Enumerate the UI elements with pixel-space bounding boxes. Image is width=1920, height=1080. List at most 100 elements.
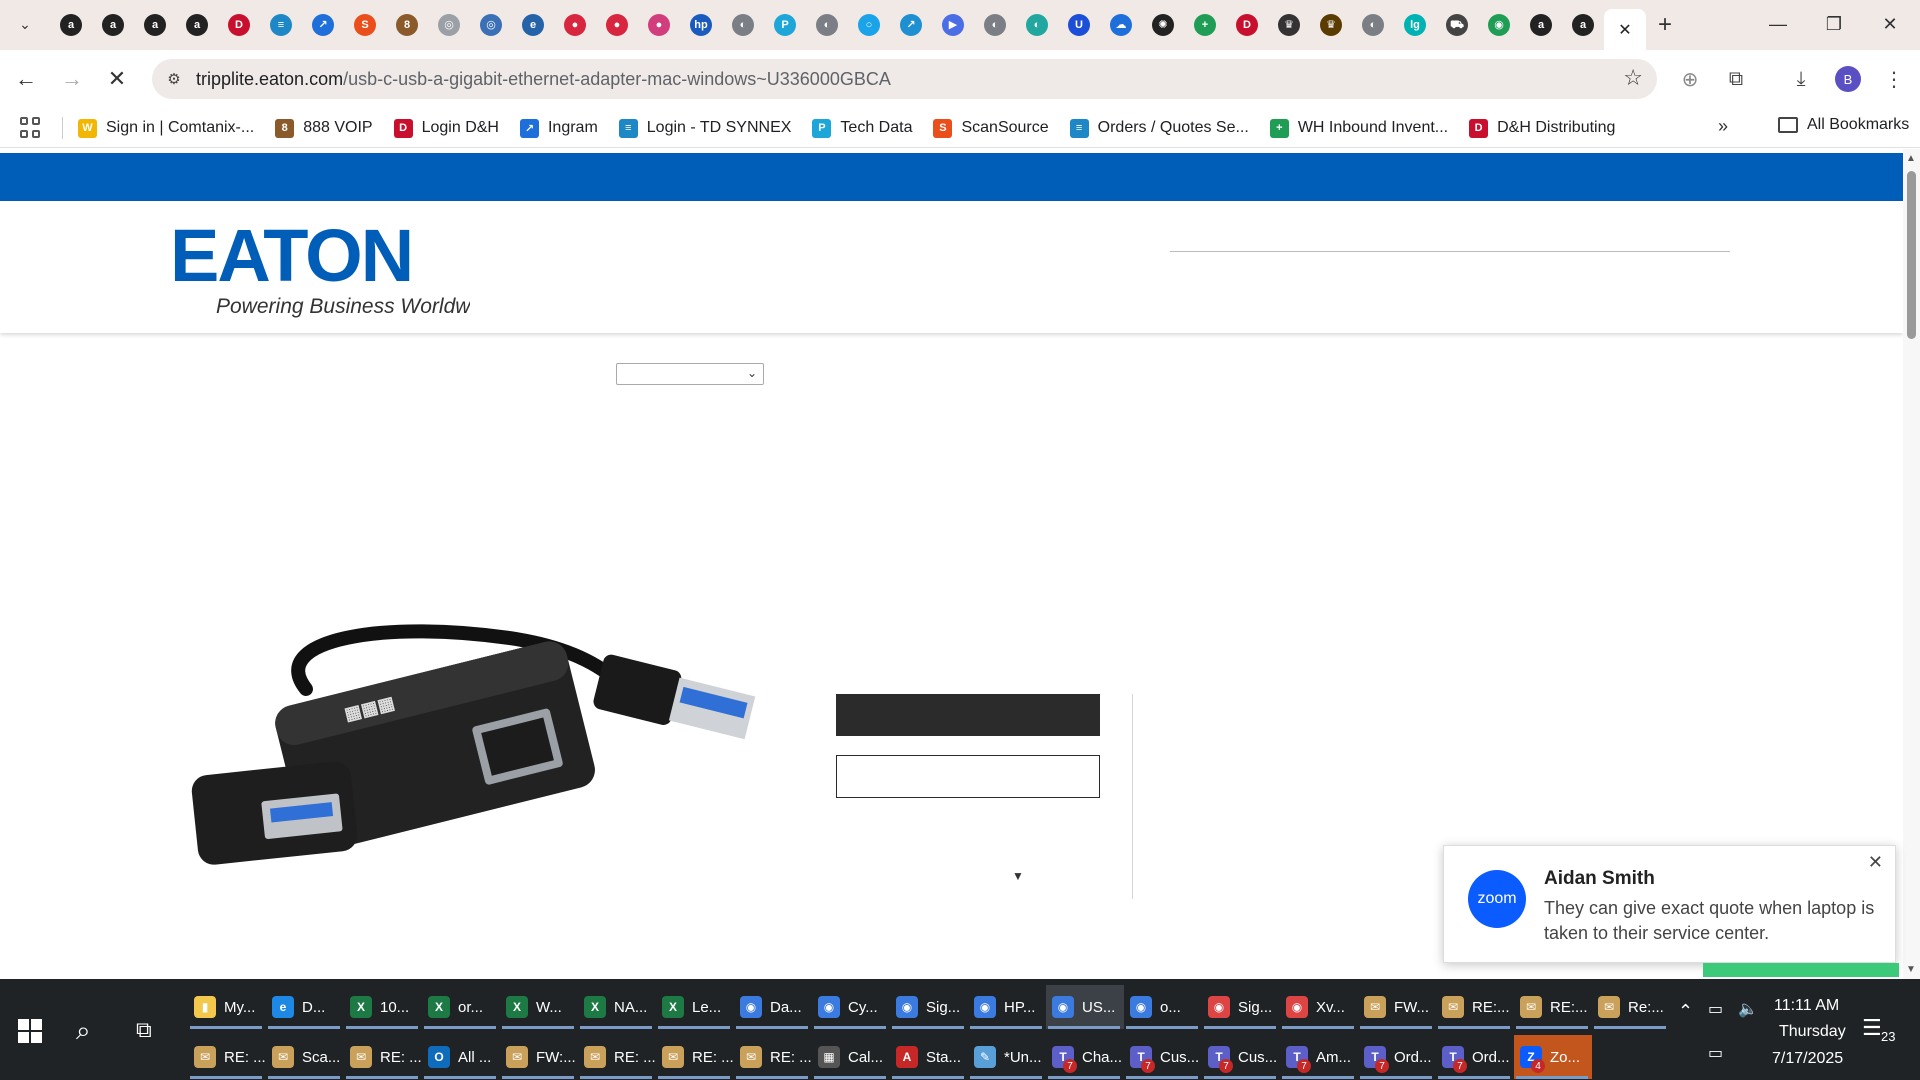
region-select[interactable]: ⌄ bbox=[616, 363, 764, 385]
pinned-tab[interactable]: ◐ bbox=[722, 9, 764, 41]
pinned-tab[interactable]: ◐ bbox=[806, 9, 848, 41]
pinned-tab[interactable]: D bbox=[218, 9, 260, 41]
taskbar-item[interactable]: X W... bbox=[500, 985, 578, 1029]
pinned-tab[interactable]: ↗ bbox=[890, 9, 932, 41]
bookmark-item[interactable]: D Login D&H bbox=[393, 116, 499, 140]
secondary-action-button[interactable] bbox=[836, 755, 1100, 798]
taskbar-item[interactable]: ✉ RE: ... bbox=[656, 1035, 734, 1079]
caret-down-icon[interactable]: ▼ bbox=[1012, 869, 1024, 883]
pinned-tab[interactable]: ♛ bbox=[1268, 9, 1310, 41]
pinned-tab[interactable]: ♛ bbox=[1310, 9, 1352, 41]
extensions-icon[interactable]: ⧉ bbox=[1720, 63, 1752, 95]
battery-icon[interactable]: ▭ bbox=[1708, 999, 1723, 1019]
pinned-tab[interactable]: ≡ bbox=[260, 9, 302, 41]
url-text[interactable]: tripplite.eaton.com/usb-c-usb-a-gigabit-… bbox=[196, 69, 891, 90]
bookmark-item[interactable]: ≡ Orders / Quotes Se... bbox=[1069, 116, 1249, 140]
minimize-icon[interactable]: — bbox=[1750, 0, 1806, 48]
forward-icon[interactable]: → bbox=[56, 63, 88, 95]
restore-icon[interactable]: ❐ bbox=[1806, 0, 1862, 48]
active-tab[interactable]: ✕ bbox=[1604, 9, 1646, 50]
taskbar-item[interactable]: ✉ Sca... bbox=[266, 1035, 344, 1079]
stop-loading-icon[interactable]: ✕ bbox=[101, 63, 133, 95]
clock-date[interactable]: 7/17/2025 bbox=[1772, 1050, 1843, 1068]
pinned-tab[interactable]: + bbox=[1184, 9, 1226, 41]
pinned-tab[interactable]: U bbox=[1058, 9, 1100, 41]
taskbar-item[interactable]: ◉ Sig... bbox=[890, 985, 968, 1029]
pinned-tab[interactable]: ◉ bbox=[1478, 9, 1520, 41]
pinned-tab[interactable]: a bbox=[1520, 9, 1562, 41]
bookmark-item[interactable]: W Sign in | Comtanix-... bbox=[78, 116, 254, 140]
pinned-tab[interactable]: ✺ bbox=[1142, 9, 1184, 41]
taskbar-item[interactable]: X 10... bbox=[344, 985, 422, 1029]
pinned-tab[interactable]: e bbox=[512, 9, 554, 41]
bookmark-item[interactable]: D D&H Distributing bbox=[1469, 116, 1615, 140]
taskbar-item[interactable]: ◉ Cy... bbox=[812, 985, 890, 1029]
pinned-tab[interactable]: ◐ bbox=[1016, 9, 1058, 41]
pinned-tab[interactable]: a bbox=[50, 9, 92, 41]
pinned-tab[interactable]: ● bbox=[638, 9, 680, 41]
pinned-tab[interactable]: a bbox=[134, 9, 176, 41]
pinned-tab[interactable]: hp bbox=[680, 9, 722, 41]
new-tab-button[interactable]: + bbox=[1650, 10, 1680, 40]
taskbar-item[interactable]: ✉ Re:... bbox=[1592, 985, 1670, 1029]
address-bar[interactable]: ⚙ tripplite.eaton.com/usb-c-usb-a-gigabi… bbox=[152, 59, 1657, 99]
eaton-logo[interactable]: EATON Powering Business Worldwide bbox=[170, 219, 470, 319]
translate-globe-icon[interactable]: ⊕ bbox=[1674, 63, 1706, 95]
bookmark-item[interactable]: ↗ Ingram bbox=[519, 116, 598, 140]
primary-action-button[interactable] bbox=[836, 694, 1100, 736]
menu-kebab-icon[interactable]: ⋮ bbox=[1878, 63, 1910, 95]
pinned-tab[interactable]: ☁ bbox=[1100, 9, 1142, 41]
pinned-tab[interactable]: S bbox=[344, 9, 386, 41]
pinned-tab[interactable]: ⛟ bbox=[1436, 9, 1478, 41]
taskbar-item[interactable]: ◉ US... bbox=[1046, 985, 1124, 1029]
pinned-tab[interactable]: ● bbox=[554, 9, 596, 41]
pinned-tab[interactable]: a bbox=[92, 9, 134, 41]
taskbar-item[interactable]: T 7 Am... bbox=[1280, 1035, 1358, 1079]
windows-start-icon[interactable] bbox=[18, 1019, 42, 1043]
taskbar-item[interactable]: X Le... bbox=[656, 985, 734, 1029]
pinned-tab[interactable]: D bbox=[1226, 9, 1268, 41]
taskbar-item[interactable]: ✉ FW... bbox=[1358, 985, 1436, 1029]
scroll-thumb[interactable] bbox=[1907, 171, 1916, 339]
taskbar-item[interactable]: ▦ Cal... bbox=[812, 1035, 890, 1079]
scroll-down-icon[interactable]: ▼ bbox=[1906, 964, 1916, 975]
taskbar-search-icon[interactable]: ⌕ bbox=[76, 1015, 91, 1047]
volume-icon[interactable]: 🔈 bbox=[1738, 999, 1758, 1019]
page-scrollbar[interactable]: ▲ ▼ bbox=[1903, 149, 1920, 979]
bookmark-item[interactable]: ≡ Login - TD SYNNEX bbox=[618, 116, 791, 140]
taskbar-item[interactable]: ✉ RE: ... bbox=[734, 1035, 812, 1079]
bookmark-item[interactable]: S ScanSource bbox=[933, 116, 1049, 140]
pinned-tab[interactable]: a bbox=[1562, 9, 1604, 41]
pinned-tab[interactable]: ◐ bbox=[974, 9, 1016, 41]
pinned-tab[interactable]: ● bbox=[596, 9, 638, 41]
profile-avatar[interactable]: B bbox=[1835, 66, 1861, 92]
taskbar-item[interactable]: ✉ RE: ... bbox=[188, 1035, 266, 1079]
pinned-tab[interactable]: 8 bbox=[386, 9, 428, 41]
taskbar-item[interactable]: ✎ *Un... bbox=[968, 1035, 1046, 1079]
bookmark-item[interactable]: + WH Inbound Invent... bbox=[1269, 116, 1448, 140]
taskbar-item[interactable]: T 7 Cus... bbox=[1124, 1035, 1202, 1079]
download-icon[interactable]: ⤓ bbox=[1785, 63, 1817, 95]
clock-day[interactable]: Thursday bbox=[1779, 1023, 1846, 1041]
clock-time[interactable]: 11:11 AM bbox=[1774, 997, 1839, 1015]
scroll-up-icon[interactable]: ▲ bbox=[1906, 153, 1916, 164]
taskbar-item[interactable]: Xor... bbox=[422, 985, 500, 1029]
all-bookmarks-button[interactable]: All Bookmarks bbox=[1778, 116, 1909, 134]
network-icon[interactable]: ▭ bbox=[1708, 1043, 1723, 1063]
site-info-icon[interactable]: ⚙ bbox=[162, 67, 186, 91]
task-view-icon[interactable]: ⧉ bbox=[136, 1017, 152, 1043]
taskbar-item[interactable]: T 7 Cus... bbox=[1202, 1035, 1280, 1079]
taskbar-item[interactable]: T 7 Cha... bbox=[1046, 1035, 1124, 1079]
more-bookmarks-chevron-icon[interactable]: » bbox=[1718, 116, 1728, 137]
taskbar-item[interactable]: ◉ o... bbox=[1124, 985, 1202, 1029]
taskbar-item[interactable]: e D... bbox=[266, 985, 344, 1029]
apps-grid-icon[interactable] bbox=[20, 117, 42, 139]
close-window-icon[interactable]: ✕ bbox=[1862, 0, 1918, 48]
taskbar-item[interactable]: ▮ My... bbox=[188, 985, 266, 1029]
taskbar-item[interactable]: A Sta... bbox=[890, 1035, 968, 1079]
taskbar-item[interactable]: ✉ FW:... bbox=[500, 1035, 578, 1079]
zoom-notification[interactable]: zoom Aidan Smith They can give exact quo… bbox=[1443, 845, 1896, 963]
pinned-tab[interactable]: ↗ bbox=[302, 9, 344, 41]
taskbar-item[interactable]: T 7 Ord... bbox=[1358, 1035, 1436, 1079]
pinned-tab[interactable]: ○ bbox=[848, 9, 890, 41]
